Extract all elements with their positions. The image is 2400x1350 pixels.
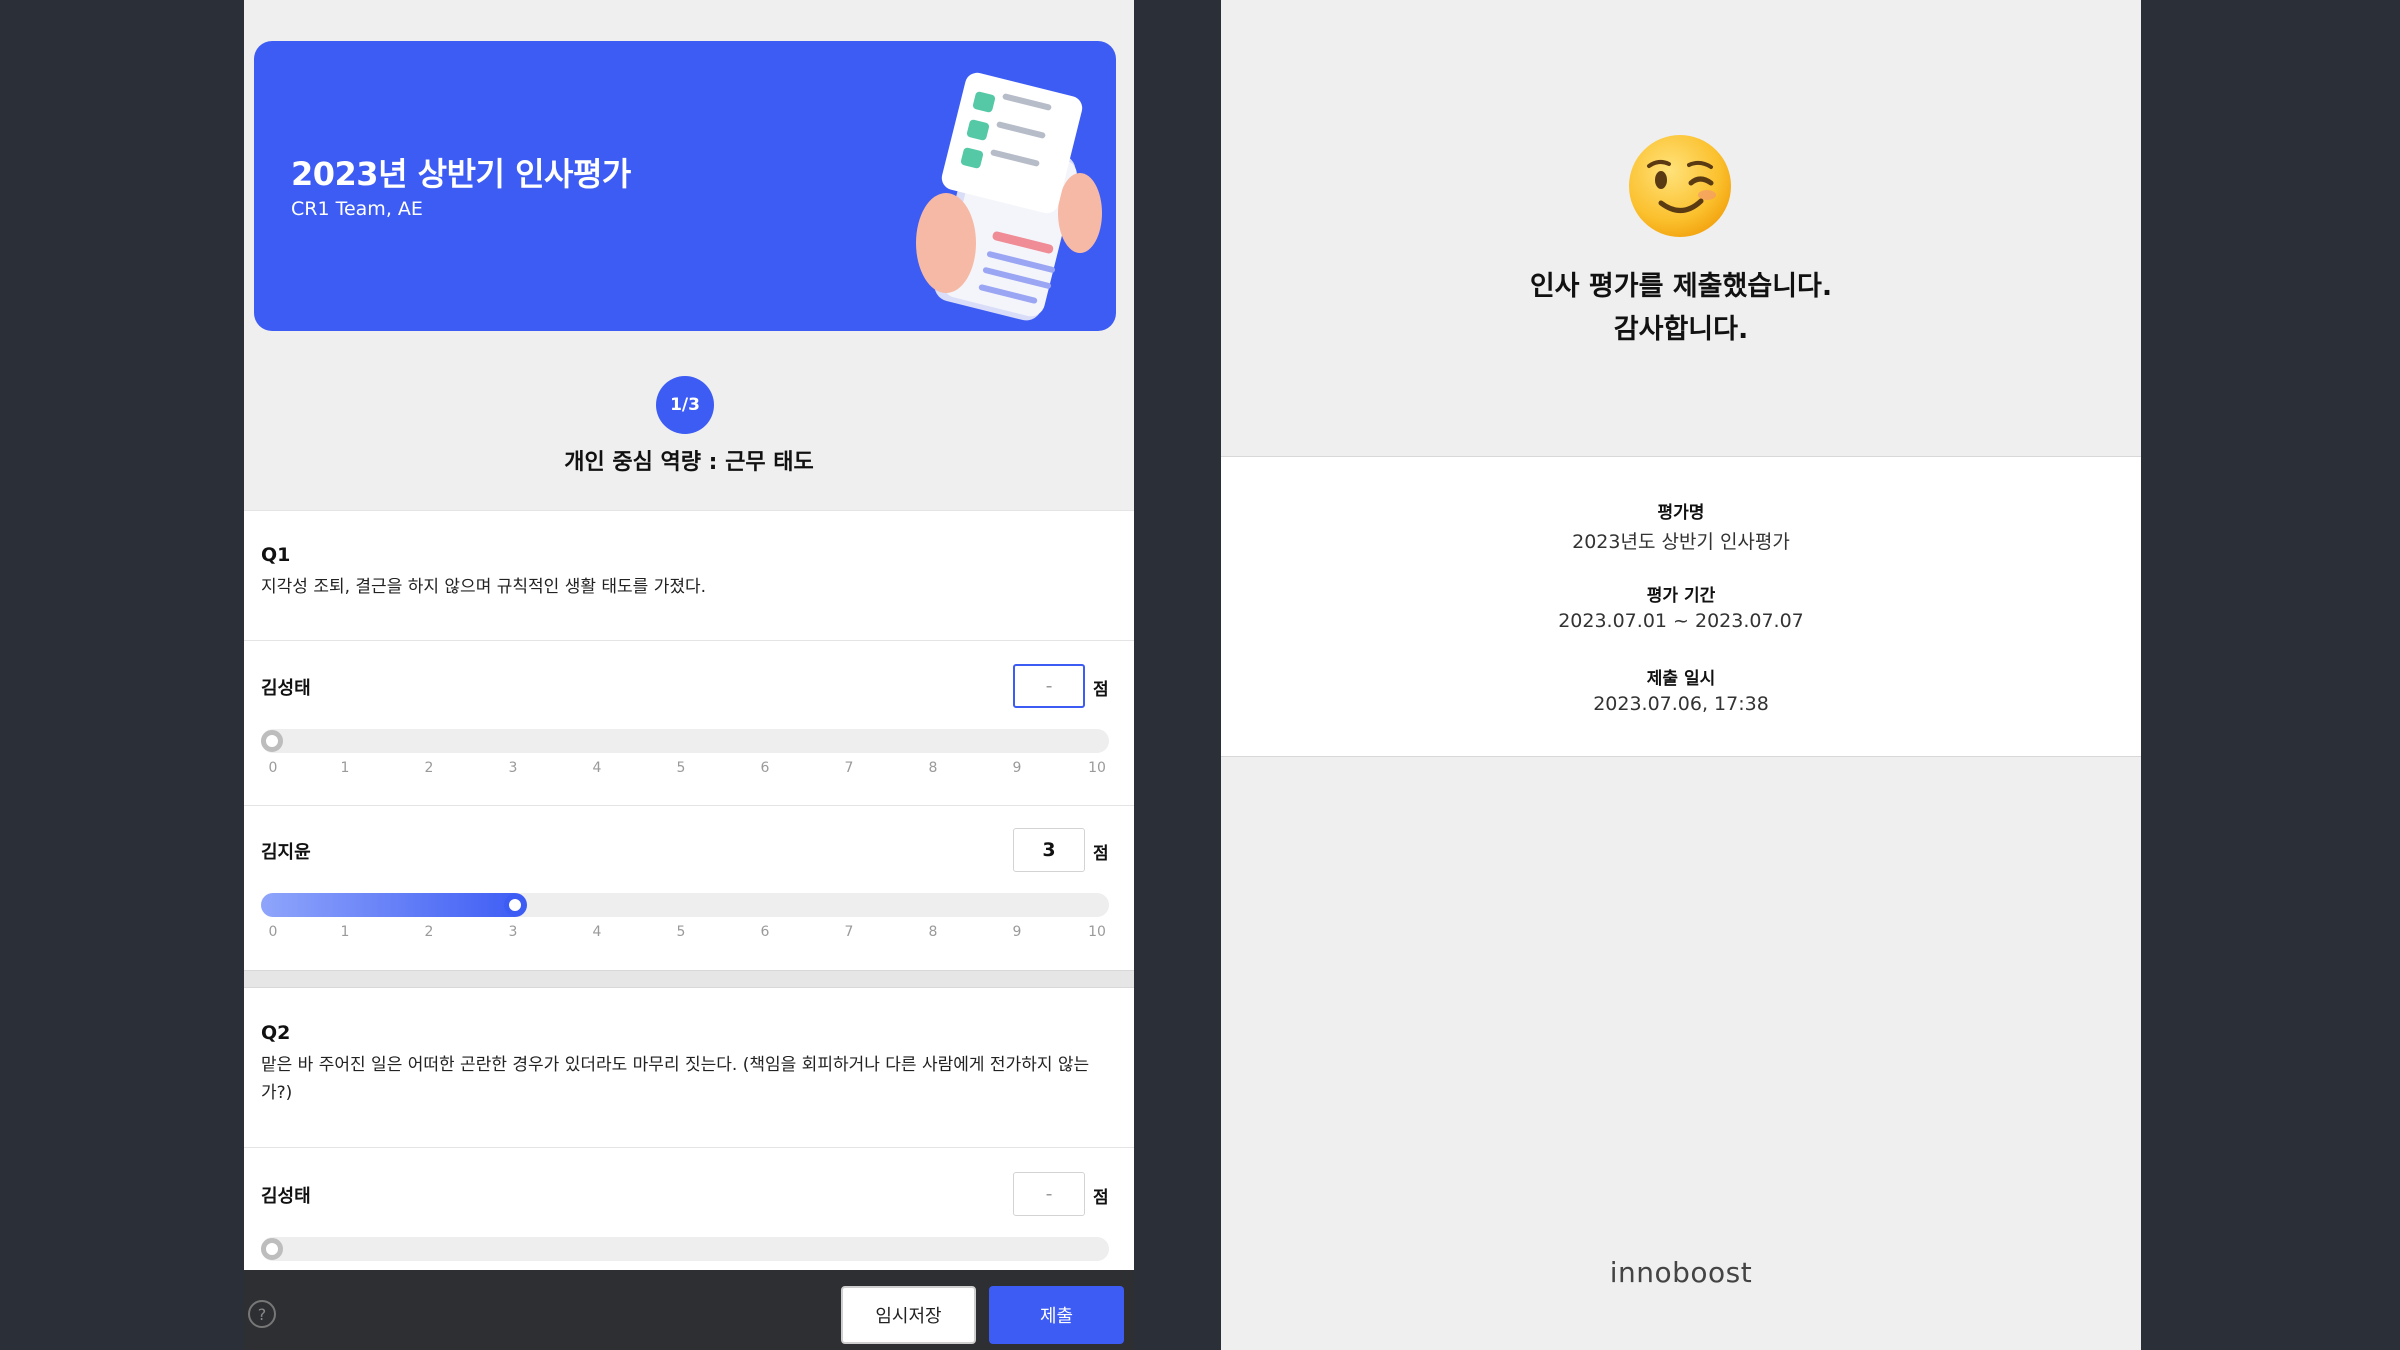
- section-title: 개인 중심 역량 : 근무 태도: [564, 450, 814, 475]
- scale-tick: 1: [340, 760, 350, 776]
- scale-tick: 4: [592, 924, 602, 940]
- submitted-at-value: 2023.07.06, 17:38: [1593, 693, 1769, 715]
- submission-details-card: 평가명 2023년도 상반기 인사평가 평가 기간 2023.07.01 ~ 2…: [1221, 456, 2141, 757]
- score-unit: 점: [1093, 844, 1109, 864]
- scale-tick: 10: [1088, 924, 1106, 940]
- step-indicator: 1/3: [656, 376, 714, 434]
- message-line: 인사 평가를 제출했습니다.: [1529, 271, 1833, 302]
- scale-tick: 2: [424, 760, 434, 776]
- rated-person-name: 김성태: [261, 678, 311, 699]
- question-card-q1: Q1 지각성 조퇴, 결근을 하지 않으며 규칙적인 생활 태도를 가졌다. 김…: [244, 510, 1134, 970]
- scale-tick: 4: [592, 760, 602, 776]
- question-card-q2: Q2 맡은 바 주어진 일은 어떠한 곤란한 경우가 있더라도 마무리 짓는다.…: [244, 988, 1134, 1270]
- question-label: Q1: [261, 544, 291, 566]
- scale-tick: 9: [1012, 760, 1022, 776]
- score-slider[interactable]: [261, 729, 1109, 753]
- slider-scale: 0 1 2 3 4 5 6 7 8 9 10: [261, 760, 1109, 780]
- scale-tick: 10: [1088, 760, 1106, 776]
- banner-title: 2023년 상반기 인사평가: [291, 155, 631, 193]
- submission-message: 인사 평가를 제출했습니다. 감사합니다.: [1221, 265, 2141, 351]
- form-action-bar: ? 임시저장 제출: [244, 1270, 1134, 1350]
- submit-button[interactable]: 제출: [989, 1286, 1124, 1344]
- winking-face-icon: [1629, 135, 1731, 237]
- score-input[interactable]: -: [1013, 664, 1085, 708]
- question-text: 맡은 바 주어진 일은 어떠한 곤란한 경우가 있더라도 마무리 짓는다. (책…: [261, 1055, 1090, 1103]
- scale-tick: 6: [760, 760, 770, 776]
- period-value: 2023.07.01 ~ 2023.07.07: [1558, 610, 1804, 632]
- slider-fill: [261, 893, 527, 917]
- score-input[interactable]: -: [1013, 1172, 1085, 1216]
- scale-tick: 8: [928, 760, 938, 776]
- eval-name-value: 2023년도 상반기 인사평가: [1572, 531, 1790, 553]
- banner-subtitle: CR1 Team, AE: [291, 198, 423, 220]
- brand-logo: innoboost: [1609, 1256, 1753, 1289]
- scale-tick: 5: [676, 760, 686, 776]
- slider-handle[interactable]: [261, 730, 283, 752]
- slider-handle[interactable]: [504, 894, 526, 916]
- evaluation-banner: 2023년 상반기 인사평가 CR1 Team, AE: [254, 41, 1116, 331]
- eval-name-label: 평가명: [1657, 503, 1705, 523]
- help-icon[interactable]: ?: [248, 1300, 276, 1328]
- scale-tick: 1: [340, 924, 350, 940]
- question-label: Q2: [261, 1022, 291, 1044]
- scale-tick: 8: [928, 924, 938, 940]
- score-input[interactable]: 3: [1013, 828, 1085, 872]
- rated-person-name: 김지윤: [261, 842, 311, 863]
- checklist-phone-illustration-icon: [916, 72, 1102, 321]
- slider-scale: 0 1 2 3 4 5 6 7 8 9 10: [261, 924, 1109, 944]
- scale-tick: 6: [760, 924, 770, 940]
- scale-tick: 2: [424, 924, 434, 940]
- scale-tick: 7: [844, 924, 854, 940]
- evaluation-form-panel: 2023년 상반기 인사평가 CR1 Team, AE 1/3 개인 중심 역량…: [244, 0, 1134, 1350]
- scale-tick: 7: [844, 760, 854, 776]
- period-label: 평가 기간: [1646, 586, 1716, 606]
- scale-tick: 3: [508, 924, 518, 940]
- score-unit: 점: [1093, 1188, 1109, 1208]
- score-slider[interactable]: [261, 1237, 1109, 1261]
- question-text: 지각성 조퇴, 결근을 하지 않으며 규칙적인 생활 태도를 가졌다.: [261, 577, 707, 597]
- scale-tick: 9: [1012, 924, 1022, 940]
- submission-confirmation-panel: 인사 평가를 제출했습니다. 감사합니다. 평가명 2023년도 상반기 인사평…: [1221, 0, 2141, 1350]
- question-separator: [244, 970, 1134, 988]
- scale-tick: 3: [508, 760, 518, 776]
- submitted-at-label: 제출 일시: [1646, 669, 1716, 689]
- scale-tick: 5: [676, 924, 686, 940]
- rated-person-name: 김성태: [261, 1186, 311, 1207]
- score-slider[interactable]: [261, 893, 1109, 917]
- save-draft-button[interactable]: 임시저장: [841, 1286, 976, 1344]
- slider-handle[interactable]: [261, 1238, 283, 1260]
- scale-tick: 0: [268, 760, 278, 776]
- score-unit: 점: [1093, 680, 1109, 700]
- scale-tick: 0: [268, 924, 278, 940]
- message-line: 감사합니다.: [1613, 314, 1749, 345]
